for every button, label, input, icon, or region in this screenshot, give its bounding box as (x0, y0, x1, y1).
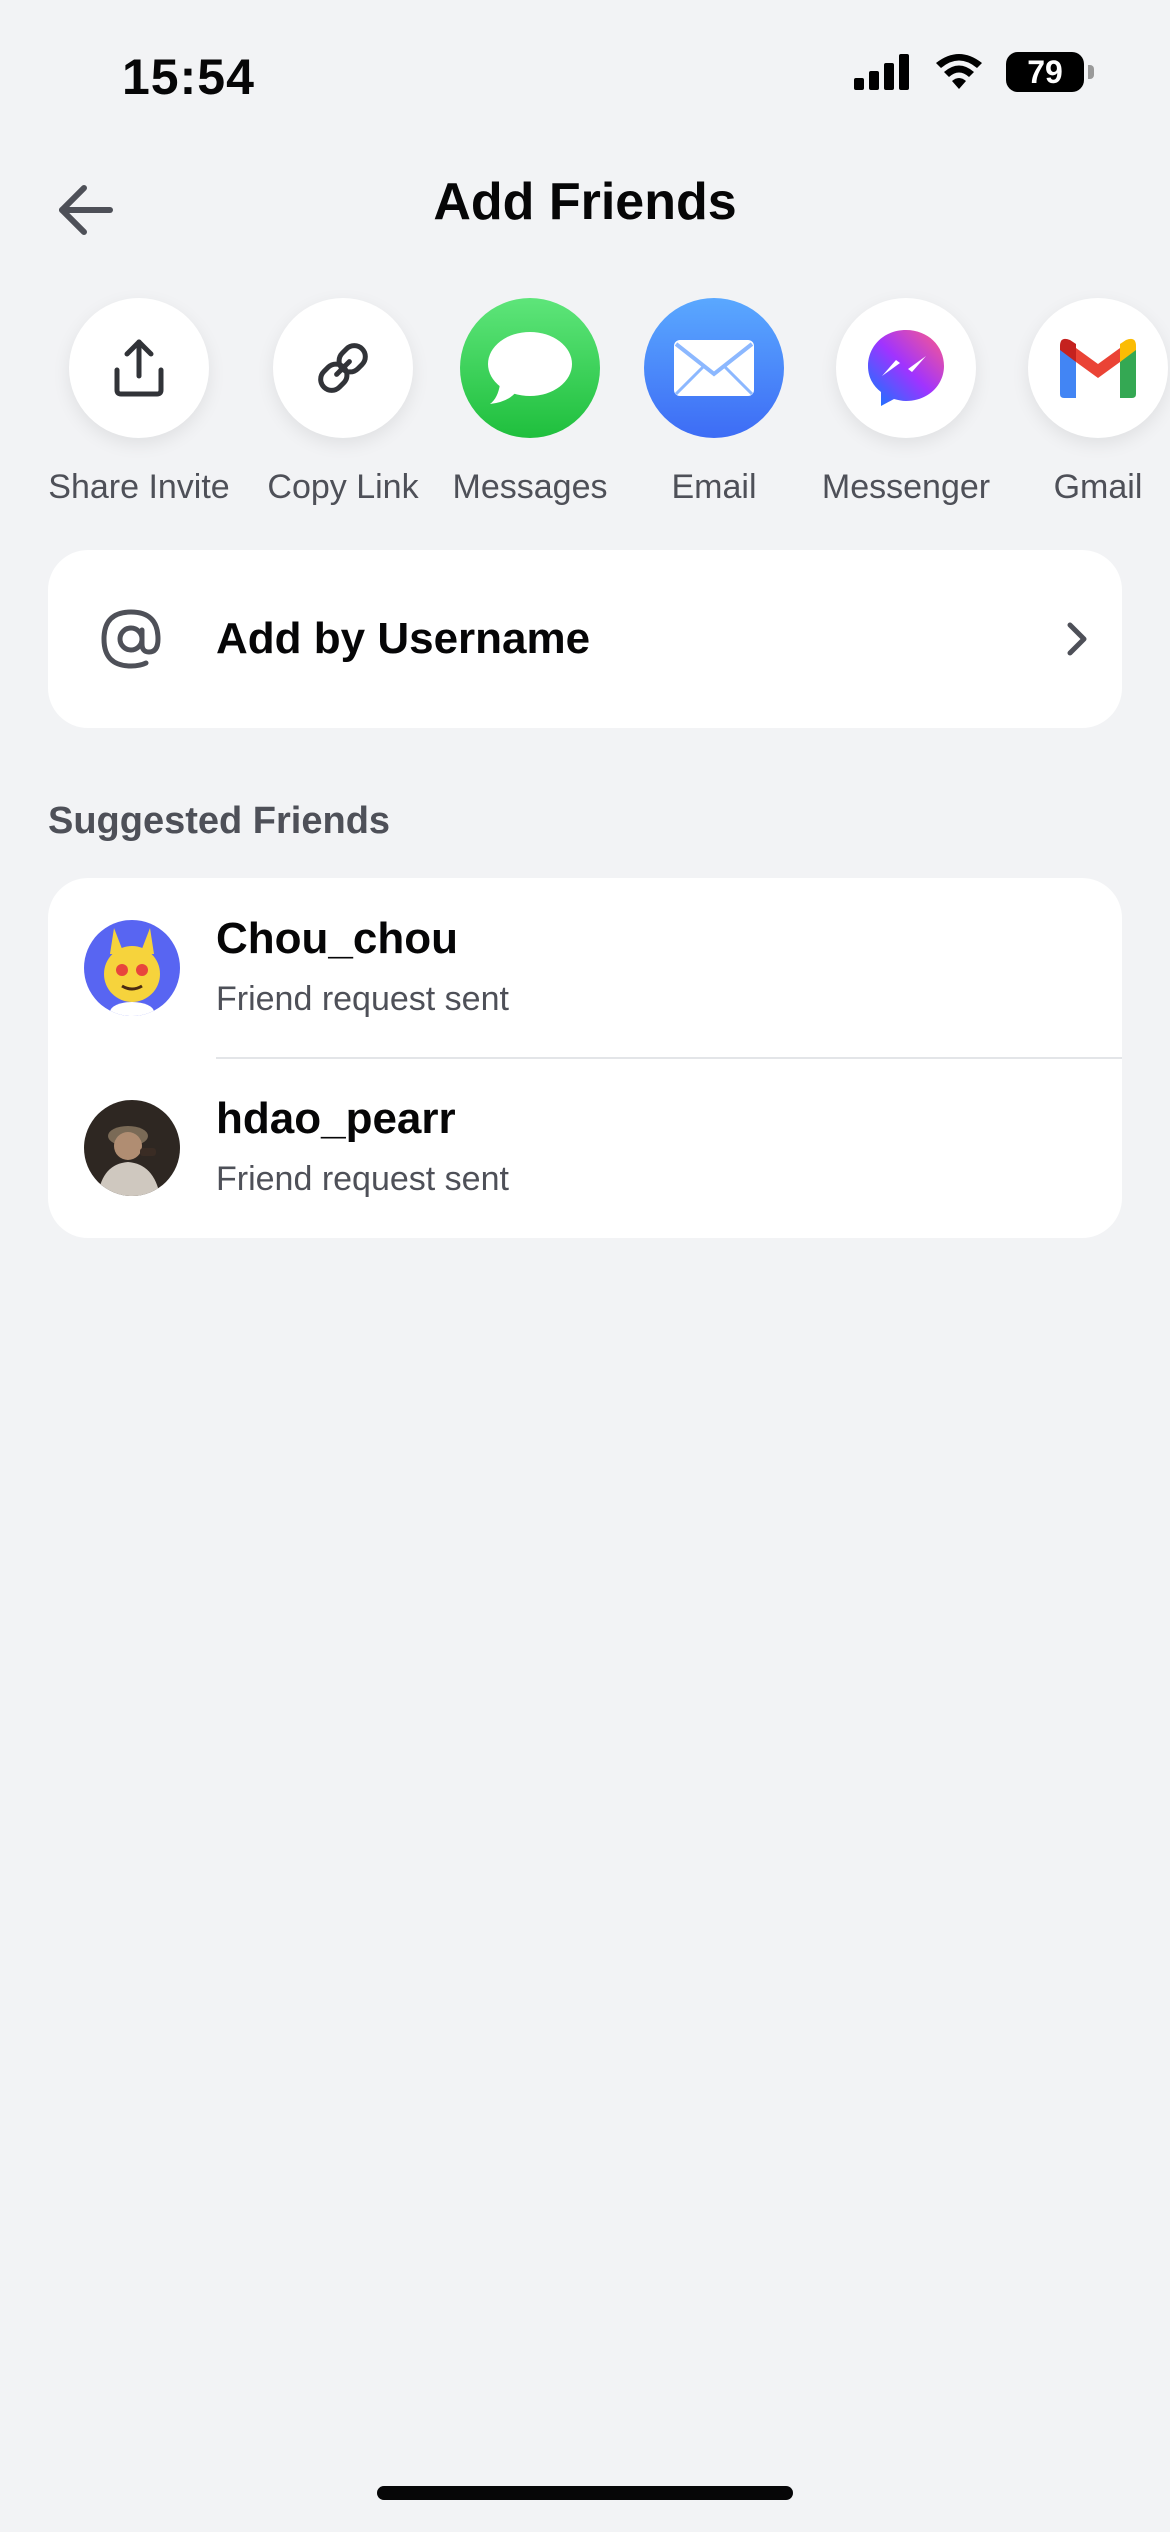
friend-name: Chou_chou (216, 914, 458, 963)
messenger-label: Messenger (821, 468, 991, 506)
friend-status: Friend request sent (216, 980, 509, 1018)
share-invite-button[interactable]: Share Invite (39, 298, 239, 507)
status-time: 15:54 (122, 49, 255, 105)
friend-name: hdao_pearr (216, 1094, 456, 1143)
messenger-button[interactable]: Messenger (806, 298, 1006, 507)
cellular-signal-icon (854, 54, 909, 90)
battery-cap (1088, 65, 1094, 79)
friend-status: Friend request sent (216, 1160, 509, 1198)
status-icons: 79 (854, 52, 1094, 92)
gmail-icon (1060, 338, 1136, 398)
messenger-circle (836, 298, 976, 438)
page-title: Add Friends (433, 173, 737, 231)
share-options-row: Share Invite Copy Link Messages Email Me… (0, 298, 1170, 528)
avatar[interactable] (84, 1100, 180, 1196)
gmail-circle (1028, 298, 1168, 438)
email-icon (674, 340, 754, 396)
friend-row[interactable]: hdao_pearr Friend request sent (48, 1058, 1122, 1238)
messages-icon (488, 332, 572, 404)
avatar[interactable] (84, 920, 180, 1016)
share-invite-circle (69, 298, 209, 438)
messages-label: Messages (452, 468, 608, 506)
suggested-friends-title: Suggested Friends (48, 800, 391, 842)
friend-row[interactable]: Chou_chou Friend request sent (48, 878, 1122, 1059)
email-circle (644, 298, 784, 438)
add-by-username-label: Add by Username (216, 614, 591, 663)
email-button[interactable]: Email (614, 298, 814, 507)
messages-button[interactable]: Messages (430, 298, 630, 507)
share-invite-label: Share Invite (48, 468, 230, 506)
avatar-photo-icon (84, 1100, 180, 1196)
gmail-button[interactable]: Gmail (998, 298, 1170, 507)
share-icon (114, 339, 164, 397)
wifi-icon (936, 54, 982, 89)
screen: 15:54 79 Add Friends Share Invite Copy L… (0, 0, 1170, 2532)
avatar-cartoon-icon (84, 920, 180, 1016)
email-label: Email (671, 468, 757, 506)
battery-indicator: 79 (1006, 52, 1084, 92)
home-indicator[interactable] (377, 2486, 793, 2500)
link-icon (318, 343, 368, 393)
messenger-icon (868, 330, 944, 406)
copy-link-button[interactable]: Copy Link (243, 298, 443, 507)
messages-circle (460, 298, 600, 438)
gmail-label: Gmail (1053, 468, 1143, 506)
add-by-username-button[interactable]: Add by Username (48, 550, 1122, 728)
suggested-friends-list: Chou_chou Friend request sent hdao_pearr… (48, 878, 1122, 1238)
chevron-right-icon (1067, 622, 1087, 656)
copy-link-label: Copy Link (267, 468, 419, 506)
at-icon (101, 609, 161, 669)
copy-link-circle (273, 298, 413, 438)
